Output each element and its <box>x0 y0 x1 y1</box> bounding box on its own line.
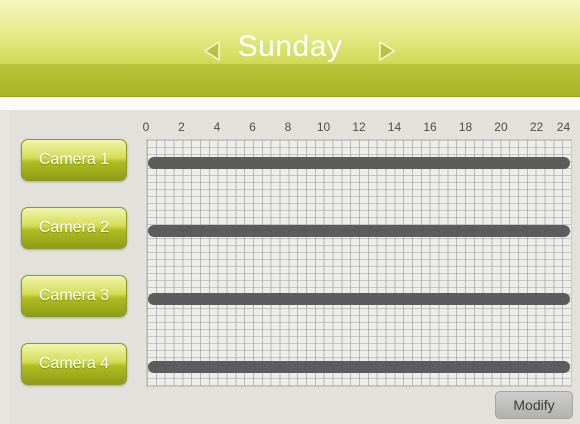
day-title: Sunday <box>237 30 343 63</box>
camera-1-schedule-bar[interactable] <box>148 157 570 169</box>
header-divider <box>0 97 580 110</box>
hour-label: 24 <box>556 120 571 134</box>
header-bar: Sunday <box>0 0 580 97</box>
next-day-icon[interactable] <box>378 40 396 62</box>
hour-label: 20 <box>494 120 508 134</box>
hour-label: 16 <box>423 120 437 134</box>
hour-label: 0 <box>142 120 150 134</box>
header-stripe <box>0 64 580 96</box>
camera-1-button[interactable]: Camera 1 <box>21 139 127 181</box>
camera-4-button[interactable]: Camera 4 <box>21 343 127 385</box>
hour-axis: 0 2 4 6 8 10 12 14 16 18 20 22 24 <box>142 120 572 136</box>
camera-3-button[interactable]: Camera 3 <box>21 275 127 317</box>
hour-label: 18 <box>458 120 473 134</box>
schedule-grid[interactable] <box>146 139 572 387</box>
hour-label: 12 <box>352 120 366 134</box>
hour-label: 6 <box>249 120 256 134</box>
hour-label: 4 <box>213 120 221 134</box>
camera-2-schedule-bar[interactable] <box>148 225 570 237</box>
hour-label: 14 <box>387 120 402 134</box>
camera-3-schedule-bar[interactable] <box>148 293 570 305</box>
camera-4-schedule-bar[interactable] <box>148 361 570 373</box>
camera-2-button[interactable]: Camera 2 <box>21 207 127 249</box>
hour-label: 10 <box>316 120 331 134</box>
modify-button[interactable]: Modify <box>495 391 573 419</box>
hour-label: 2 <box>178 120 185 134</box>
hour-label: 22 <box>529 120 544 134</box>
hour-label: 8 <box>284 120 292 134</box>
